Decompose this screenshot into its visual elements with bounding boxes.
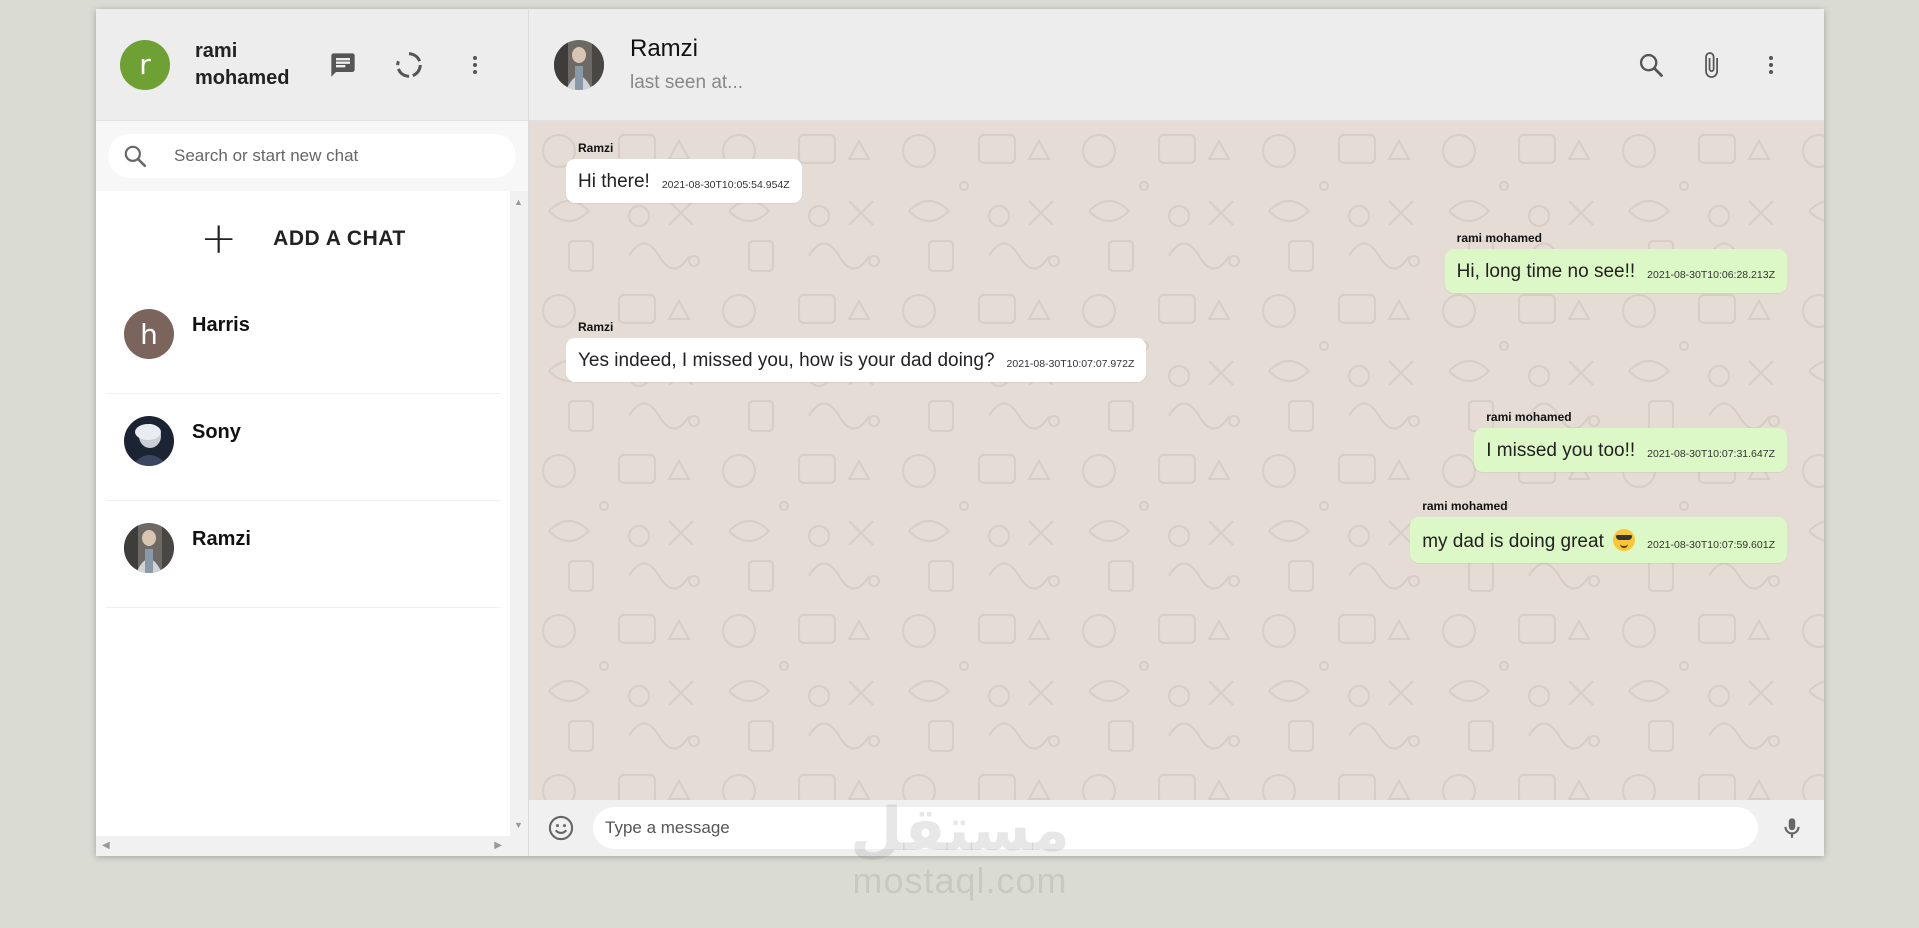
sidebar: r rami mohamed Search or start new chat … xyxy=(96,9,529,856)
chat-item-name: Harris xyxy=(192,314,250,336)
chat-app: r rami mohamed Search or start new chat … xyxy=(96,9,1824,856)
message-text: Hi there! xyxy=(578,171,650,192)
last-seen-status: last seen at... xyxy=(630,72,744,93)
search-area xyxy=(96,121,528,191)
status-button[interactable] xyxy=(391,47,427,83)
message-area: Ramzi Hi there! 2021-08-30T10:05:54.954Z… xyxy=(529,121,1824,800)
chat-item-sony[interactable]: Sony xyxy=(106,394,500,501)
message-bubble[interactable]: Hi there! 2021-08-30T10:05:54.954Z xyxy=(566,159,802,203)
active-chat-avatar[interactable] xyxy=(554,39,604,90)
watermark-arabic: مستقل xyxy=(850,795,1070,865)
message-sender: Ramzi xyxy=(578,141,614,155)
chat-panel: Ramzi last seen at... Ramzi Hi there! 20… xyxy=(529,9,1824,856)
chat-item-ramzi[interactable]: Ramzi xyxy=(106,501,500,608)
horizontal-scrollbar[interactable]: ◀ ▶ xyxy=(96,836,528,856)
scroll-up-icon[interactable]: ▲ xyxy=(514,197,523,207)
search-chat-button[interactable] xyxy=(1633,47,1669,83)
more-vert-icon xyxy=(1769,55,1773,74)
search-icon xyxy=(124,145,147,168)
message-text-content: my dad is doing great xyxy=(1422,531,1604,552)
new-chat-button[interactable] xyxy=(325,47,361,83)
scroll-right-icon[interactable]: ▶ xyxy=(494,840,502,851)
message-text: my dad is doing great xyxy=(1422,529,1636,553)
message-outgoing: rami mohamed Hi, long time no see!! 2021… xyxy=(1444,231,1787,293)
paperclip-icon xyxy=(1705,51,1718,78)
scroll-left-icon[interactable]: ◀ xyxy=(102,840,110,851)
message-timestamp: 2021-08-30T10:07:07.972Z xyxy=(1006,358,1135,370)
message-sender: rami mohamed xyxy=(1422,499,1508,513)
message-bubble[interactable]: Hi, long time no see!! 2021-08-30T10:06:… xyxy=(1444,249,1787,293)
chat-item-name: Ramzi xyxy=(192,528,251,550)
mostaql-watermark: مستقل mostaql.com xyxy=(840,800,1080,902)
scroll-down-icon[interactable]: ▼ xyxy=(514,820,523,830)
message-incoming: Ramzi Hi there! 2021-08-30T10:05:54.954Z xyxy=(566,141,802,203)
chat-menu-button[interactable] xyxy=(1753,47,1789,83)
search-input[interactable] xyxy=(172,145,476,167)
message-timestamp: 2021-08-30T10:06:28.213Z xyxy=(1647,269,1775,281)
my-avatar[interactable]: r xyxy=(120,39,170,90)
message-sender: Ramzi xyxy=(578,320,614,334)
message-bubble[interactable]: Yes indeed, I missed you, how is your da… xyxy=(566,338,1147,382)
status-icon xyxy=(396,51,422,78)
message-text: Yes indeed, I missed you, how is your da… xyxy=(578,350,995,371)
message-outgoing: rami mohamed my dad is doing great 2021-… xyxy=(1410,499,1787,563)
sidebar-menu-button[interactable] xyxy=(457,47,493,83)
message-text: I missed you too!! xyxy=(1486,440,1636,461)
chat-header: Ramzi last seen at... xyxy=(529,9,1824,121)
message-timestamp: 2021-08-30T10:07:31.647Z xyxy=(1647,448,1775,460)
message-incoming: Ramzi Yes indeed, I missed you, how is y… xyxy=(566,320,1147,382)
attach-button[interactable] xyxy=(1693,47,1729,83)
message-text: Hi, long time no see!! xyxy=(1456,261,1636,282)
chat-item-name: Sony xyxy=(192,421,241,443)
message-input[interactable] xyxy=(593,807,1758,849)
harris-avatar: h xyxy=(124,309,174,359)
message-timestamp: 2021-08-30T10:05:54.954Z xyxy=(661,179,790,191)
watermark-latin: mostaql.com xyxy=(852,860,1068,901)
message-sender: rami mohamed xyxy=(1486,410,1572,424)
emoji-button[interactable] xyxy=(543,810,579,846)
chat-list: + ADD A CHAT h Harris Sony Ramzi xyxy=(96,191,510,836)
message-bubble[interactable]: my dad is doing great 2021-08-30T10:07:5… xyxy=(1410,517,1787,563)
composer xyxy=(529,800,1824,856)
sony-avatar xyxy=(124,416,174,466)
sidebar-header: r rami mohamed xyxy=(96,9,528,121)
chat-item-harris[interactable]: h Harris xyxy=(106,287,500,394)
chat-list-scrollbar[interactable]: ▲ ▼ xyxy=(510,191,528,836)
search-box xyxy=(108,134,516,178)
search-icon xyxy=(1639,53,1663,77)
chat-icon xyxy=(331,52,355,77)
ramzi-avatar xyxy=(124,523,174,573)
more-vert-icon xyxy=(473,55,477,74)
smiley-icon xyxy=(548,815,574,841)
my-name: rami mohamed xyxy=(195,39,290,89)
message-outgoing: rami mohamed I missed you too!! 2021-08-… xyxy=(1474,410,1787,472)
add-chat-button[interactable]: + ADD A CHAT xyxy=(96,191,510,287)
message-timestamp: 2021-08-30T10:07:59.601Z xyxy=(1647,539,1775,551)
plus-icon: + xyxy=(200,213,238,264)
chat-list-container: + ADD A CHAT h Harris Sony Ramzi ▲ ▼ xyxy=(96,191,528,836)
sunglasses-emoji-icon xyxy=(1613,529,1636,551)
microphone-icon xyxy=(1784,818,1800,838)
voice-record-button[interactable] xyxy=(1774,810,1810,846)
message-bubble[interactable]: I missed you too!! 2021-08-30T10:07:31.6… xyxy=(1474,428,1787,472)
message-sender: rami mohamed xyxy=(1456,231,1543,245)
active-chat-name: Ramzi xyxy=(630,35,699,62)
add-chat-label: ADD A CHAT xyxy=(273,227,406,250)
